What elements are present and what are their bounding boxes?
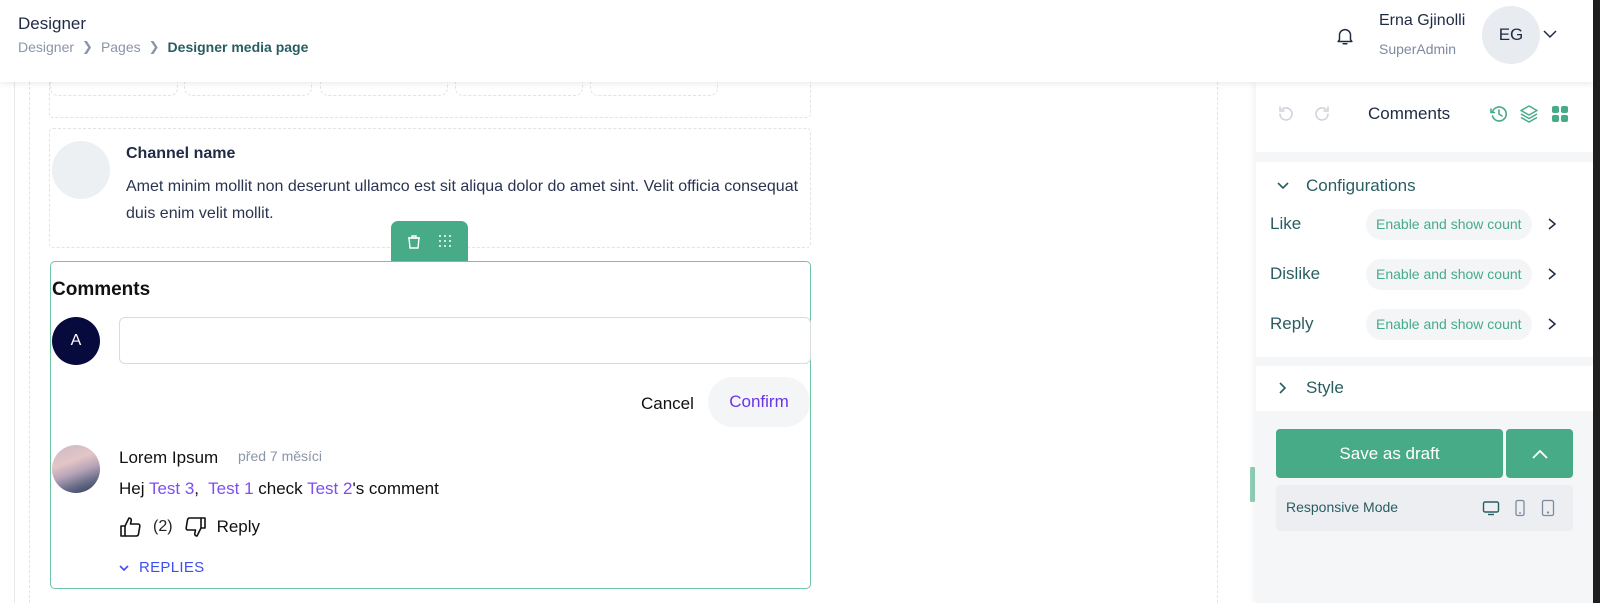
breadcrumb: Designer ❯ Pages ❯ Designer media page	[18, 39, 308, 55]
chevron-right-icon[interactable]	[1546, 317, 1558, 331]
replies-toggle[interactable]: REPLIES	[119, 559, 204, 576]
comment-text: ,	[194, 479, 209, 498]
user-avatar[interactable]: EG	[1482, 6, 1540, 64]
config-row-dislike[interactable]: Dislike Enable and show count	[1270, 258, 1580, 290]
thumbs-up-icon[interactable]	[119, 515, 143, 539]
placeholder-item[interactable]	[320, 82, 448, 96]
configurations-label: Configurations	[1306, 176, 1416, 195]
comment-actions: (2) Reply	[119, 515, 260, 539]
components-grid-icon[interactable]	[1550, 104, 1570, 124]
comments-title: Comments	[52, 279, 151, 300]
thumbs-down-icon[interactable]	[183, 515, 207, 539]
config-label: Reply	[1270, 314, 1314, 333]
app-title: Designer	[18, 14, 87, 33]
trash-icon[interactable]	[406, 233, 422, 249]
comment-text: 's comment	[352, 479, 439, 498]
comment-text: Hej	[119, 479, 149, 498]
comment-input[interactable]	[119, 317, 811, 364]
responsive-mode-bar: Responsive Mode	[1276, 485, 1573, 531]
bell-icon[interactable]	[1334, 24, 1356, 48]
panel-toolbar: Comments	[1256, 82, 1593, 152]
breadcrumb-designer[interactable]: Designer	[18, 39, 74, 55]
confirm-button[interactable]: Confirm	[708, 377, 810, 427]
chevron-right-icon: ❯	[148, 39, 160, 54]
canvas-guide	[1217, 82, 1218, 603]
config-row-like[interactable]: Like Enable and show count	[1270, 208, 1580, 240]
user-role: SuperAdmin	[1379, 41, 1457, 57]
layers-icon[interactable]	[1519, 104, 1539, 124]
chevron-right-icon[interactable]	[1546, 267, 1558, 281]
canvas-border	[14, 82, 15, 603]
placeholder-item[interactable]	[50, 82, 178, 96]
channel-avatar	[52, 141, 110, 199]
style-label: Style	[1306, 378, 1344, 397]
top-header: Designer Designer ❯ Pages ❯ Designer med…	[0, 0, 1593, 82]
like-count: (2)	[153, 518, 173, 535]
mobile-icon[interactable]	[1539, 499, 1557, 517]
channel-name: Channel name	[126, 145, 236, 162]
placeholder-block[interactable]	[49, 82, 811, 118]
configurations-toggle[interactable]: Configurations	[1276, 176, 1416, 196]
cancel-button[interactable]: Cancel	[635, 387, 700, 421]
responsive-mode-label: Responsive Mode	[1286, 499, 1399, 515]
style-section: Style	[1256, 366, 1593, 411]
breadcrumb-pages[interactable]: Pages	[101, 39, 141, 55]
config-value[interactable]: Enable and show count	[1366, 258, 1532, 290]
desktop-icon[interactable]	[1482, 499, 1500, 517]
comment-time: před 7 měsíci	[238, 448, 323, 464]
config-label: Like	[1270, 214, 1302, 233]
current-user-avatar: A	[52, 317, 100, 365]
block-toolbar	[391, 221, 468, 261]
designer-canvas: Channel name Amet minim mollit non deser…	[0, 82, 1232, 603]
placeholder-item[interactable]	[590, 82, 718, 96]
undo-icon[interactable]	[1276, 104, 1296, 124]
chevron-right-icon[interactable]	[1546, 217, 1558, 231]
config-value[interactable]: Enable and show count	[1366, 208, 1532, 240]
panel-title: Comments	[1368, 104, 1451, 123]
chevron-down-icon[interactable]	[1542, 27, 1558, 41]
chevron-down-icon	[1277, 182, 1289, 190]
mention-link[interactable]: Test 1	[208, 479, 253, 498]
channel-description: Amet minim mollit non deserunt ullamco e…	[126, 178, 799, 222]
comment-text: check	[253, 479, 308, 498]
properties-panel: Comments Configurations Like Enable and …	[1256, 82, 1593, 603]
configurations-section: Configurations Like Enable and show coun…	[1256, 162, 1593, 357]
mention-link[interactable]: Test 3	[149, 479, 194, 498]
redo-icon[interactable]	[1312, 104, 1332, 124]
config-value[interactable]: Enable and show count	[1366, 308, 1532, 340]
chevron-up-icon	[1531, 449, 1548, 459]
save-options-button[interactable]	[1506, 429, 1573, 478]
comments-block[interactable]: Comments A Cancel Confirm Lorem Ipsum př…	[50, 261, 811, 589]
drag-handle-icon[interactable]	[437, 233, 453, 249]
comment-body: Hej Test 3, Test 1 check Test 2's commen…	[119, 479, 439, 499]
history-icon[interactable]	[1489, 104, 1509, 124]
style-toggle[interactable]: Style	[1276, 378, 1344, 398]
window-edge	[1593, 0, 1600, 603]
user-name: Erna Gjinolli	[1379, 12, 1466, 29]
comment-author-avatar	[52, 445, 100, 493]
comment-author: Lorem Ipsum	[119, 448, 219, 467]
reply-button[interactable]: Reply	[217, 517, 260, 537]
breadcrumb-current: Designer media page	[167, 39, 309, 55]
mention-link[interactable]: Test 2	[307, 479, 352, 498]
tablet-icon[interactable]	[1511, 499, 1529, 517]
placeholder-item[interactable]	[184, 82, 312, 96]
chevron-down-icon	[119, 564, 129, 571]
chevron-right-icon: ❯	[82, 39, 93, 54]
panel-resize-handle[interactable]	[1250, 467, 1255, 502]
canvas-guide	[29, 82, 30, 603]
replies-label: REPLIES	[139, 559, 205, 576]
save-as-draft-button[interactable]: Save as draft	[1276, 429, 1503, 478]
config-label: Dislike	[1270, 264, 1321, 283]
chevron-right-icon	[1279, 382, 1287, 394]
config-row-reply[interactable]: Reply Enable and show count	[1270, 308, 1580, 340]
placeholder-item[interactable]	[455, 82, 583, 96]
